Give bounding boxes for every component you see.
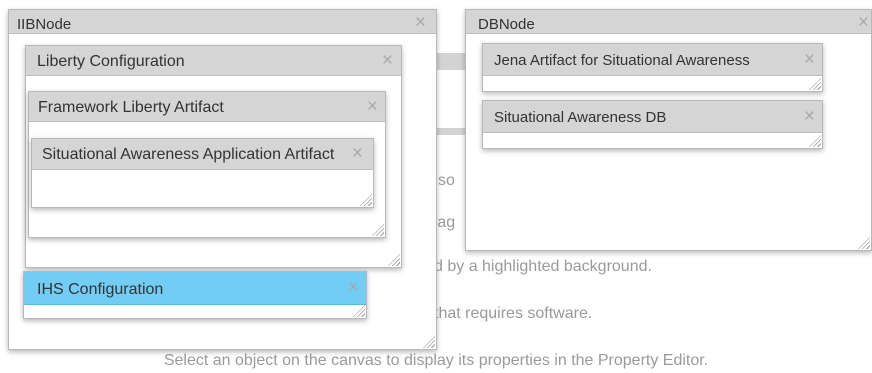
resize-grip-icon[interactable] (372, 224, 384, 236)
jena-artifact-header[interactable]: Jena Artifact for Situational Awareness (483, 44, 822, 76)
resize-grip-icon[interactable] (423, 336, 435, 348)
resize-grip-icon[interactable] (809, 135, 821, 147)
hint-line-4: that requires software. (434, 305, 593, 322)
liberty-configuration-header[interactable]: Liberty Configuration (26, 46, 401, 76)
hint-line-3: d by a highlighted background. (434, 258, 652, 275)
jena-artifact-node[interactable]: Jena Artifact for Situational Awareness … (482, 43, 823, 92)
hint-partial-1: so (438, 172, 455, 189)
close-icon[interactable]: × (382, 51, 393, 70)
framework-liberty-artifact-title: Framework Liberty Artifact (38, 99, 224, 116)
sa-application-artifact-header[interactable]: Situational Awareness Application Artifa… (32, 139, 373, 170)
close-icon[interactable]: × (348, 278, 359, 297)
iib-node-header[interactable]: IIBNode (9, 10, 436, 34)
ihs-configuration-node[interactable]: IHS Configuration × (23, 271, 367, 319)
close-icon[interactable]: × (367, 97, 378, 116)
iib-node[interactable]: IIBNode × Liberty Configuration × Framew… (8, 9, 437, 350)
iib-node-title: IIBNode (17, 16, 72, 33)
framework-liberty-artifact-header[interactable]: Framework Liberty Artifact (29, 92, 385, 122)
db-node[interactable]: DBNode × Jena Artifact for Situational A… (465, 9, 872, 251)
db-node-header[interactable]: DBNode (466, 10, 871, 34)
close-icon[interactable]: × (415, 13, 426, 32)
close-icon[interactable]: × (804, 50, 815, 69)
sa-db-node[interactable]: Situational Awareness DB × (482, 100, 823, 149)
db-node-title: DBNode (478, 16, 535, 33)
sa-application-artifact-node[interactable]: Situational Awareness Application Artifa… (31, 138, 374, 208)
ihs-configuration-header[interactable]: IHS Configuration (24, 272, 366, 305)
sa-application-artifact-title: Situational Awareness Application Artifa… (42, 146, 335, 163)
connector-bar-mid (437, 128, 467, 135)
resize-grip-icon[interactable] (388, 254, 400, 266)
liberty-configuration-node[interactable]: Liberty Configuration × Framework Libert… (25, 45, 402, 268)
liberty-configuration-title: Liberty Configuration (37, 53, 185, 70)
jena-artifact-title: Jena Artifact for Situational Awareness (494, 52, 750, 69)
connector-bar-top (437, 53, 467, 70)
framework-liberty-artifact-node[interactable]: Framework Liberty Artifact × Situational… (28, 91, 386, 238)
resize-grip-icon[interactable] (353, 305, 365, 317)
close-icon[interactable]: × (352, 144, 363, 163)
resize-grip-icon[interactable] (858, 237, 870, 249)
sa-db-header[interactable]: Situational Awareness DB (483, 101, 822, 133)
resize-grip-icon[interactable] (360, 194, 372, 206)
resize-grip-icon[interactable] (809, 78, 821, 90)
close-icon[interactable]: × (804, 107, 815, 126)
ihs-configuration-title: IHS Configuration (37, 281, 164, 298)
hint-line-5: Select an object on the canvas to displa… (163, 352, 709, 369)
sa-db-title: Situational Awareness DB (494, 109, 667, 126)
close-icon[interactable]: × (858, 13, 869, 32)
